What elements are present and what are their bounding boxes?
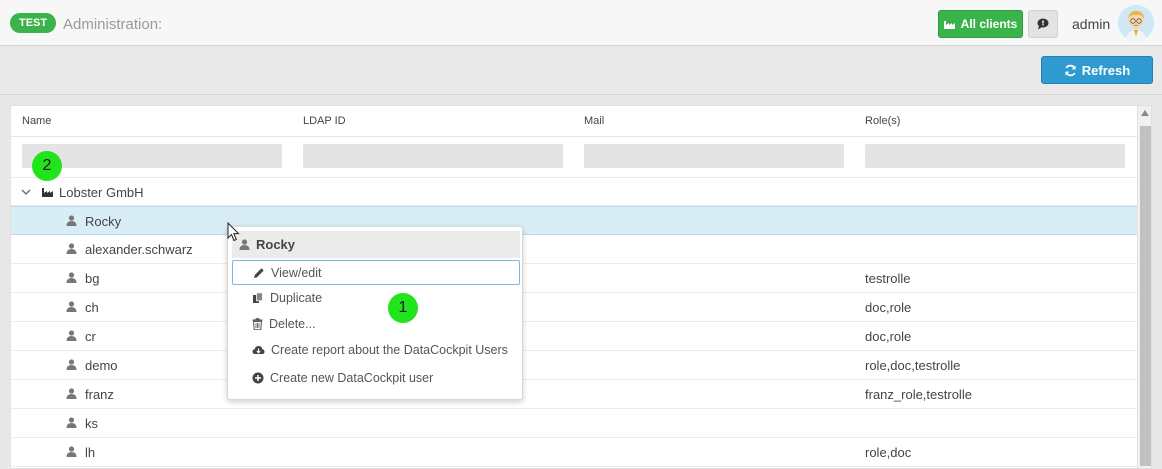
table-header: Name LDAP ID Mail Role(s) xyxy=(11,106,1137,137)
scrollbar-thumb[interactable] xyxy=(1140,126,1151,466)
context-menu-title: Rocky xyxy=(256,237,296,252)
user-icon xyxy=(66,388,77,399)
trash-icon xyxy=(252,318,263,330)
roles-cell: role,doc xyxy=(865,445,912,460)
menu-item-create-report[interactable]: Create report about the DataCockpit User… xyxy=(232,338,520,362)
mouse-pointer-icon xyxy=(227,222,240,242)
user-name-cell: cr xyxy=(85,329,96,344)
copy-icon xyxy=(253,292,263,303)
user-name[interactable]: admin xyxy=(1072,16,1110,32)
user-icon xyxy=(66,301,77,312)
all-clients-button[interactable]: All clients xyxy=(938,10,1023,38)
vertical-scrollbar[interactable] xyxy=(1137,106,1151,468)
scroll-up-arrow-icon[interactable] xyxy=(1141,110,1149,116)
chevron-down-icon[interactable] xyxy=(21,189,31,196)
all-clients-label: All clients xyxy=(960,17,1018,31)
refresh-label: Refresh xyxy=(1081,62,1131,78)
user-name-cell: ch xyxy=(85,300,99,315)
toolbar: Refresh xyxy=(0,47,1162,95)
column-header-mail[interactable]: Mail xyxy=(584,115,604,127)
menu-item-label: Create report about the DataCockpit User… xyxy=(271,343,508,357)
menu-item-create-user[interactable]: Create new DataCockpit user xyxy=(232,366,520,390)
plus-circle-icon xyxy=(252,372,264,384)
mail-filter-input[interactable] xyxy=(584,144,844,168)
page-title: Administration: xyxy=(63,16,163,33)
users-table: Name LDAP ID Mail Role(s) Lobster GmbH R… xyxy=(10,105,1152,469)
top-header: TEST Administration: All clients admin xyxy=(0,0,1162,46)
environment-badge: TEST xyxy=(10,13,57,33)
chat-button[interactable] xyxy=(1028,10,1058,38)
table-row[interactable]: demo role,doc,testrolle xyxy=(11,351,1137,380)
menu-item-label: View/edit xyxy=(271,265,322,280)
column-header-roles[interactable]: Role(s) xyxy=(865,115,900,127)
menu-item-label: Delete... xyxy=(269,317,316,331)
user-icon xyxy=(66,359,77,370)
refresh-button[interactable]: Refresh xyxy=(1041,56,1153,84)
table-row[interactable]: lh role,doc xyxy=(11,438,1137,467)
user-avatar-icon xyxy=(1118,5,1154,41)
menu-item-duplicate[interactable]: Duplicate xyxy=(232,286,520,310)
menu-item-label: Create new DataCockpit user xyxy=(270,371,434,385)
factory-icon xyxy=(943,21,955,29)
table-row[interactable]: ks xyxy=(11,409,1137,438)
user-name-cell: bg xyxy=(85,271,100,286)
column-header-name[interactable]: Name xyxy=(22,115,51,127)
roles-filter-input[interactable] xyxy=(865,144,1125,168)
table-body: Rocky alexander.schwarz bg testrolle ch doc,r… xyxy=(11,206,1137,467)
annotation-marker-2: 2 xyxy=(32,151,62,181)
comment-icon xyxy=(1037,18,1049,30)
row-context-menu: Rocky View/edit Duplicate Delete... Crea… xyxy=(227,226,523,400)
user-name-cell: demo xyxy=(85,358,118,373)
user-name-cell: franz xyxy=(85,387,114,402)
user-icon xyxy=(66,330,77,341)
filter-row xyxy=(11,137,1137,178)
column-header-ldap-id[interactable]: LDAP ID xyxy=(303,115,346,127)
table-row[interactable]: bg testrolle xyxy=(11,264,1137,293)
avatar[interactable] xyxy=(1118,5,1154,41)
user-icon xyxy=(66,243,77,254)
user-icon xyxy=(66,417,77,428)
user-name-cell: alexander.schwarz xyxy=(85,242,193,257)
ldap-id-filter-input[interactable] xyxy=(303,144,563,168)
user-name-cell: Rocky xyxy=(85,214,122,229)
menu-item-delete[interactable]: Delete... xyxy=(232,312,520,336)
cloud-download-icon xyxy=(252,345,265,354)
roles-cell: testrolle xyxy=(865,271,911,286)
menu-item-view-edit[interactable]: View/edit xyxy=(232,260,520,285)
table-row[interactable]: Rocky xyxy=(11,206,1137,235)
roles-cell: doc,role xyxy=(865,329,912,344)
user-icon xyxy=(66,446,77,457)
roles-cell: franz_role,testrolle xyxy=(865,387,972,402)
group-label: Lobster GmbH xyxy=(59,185,144,200)
roles-cell: role,doc,testrolle xyxy=(865,358,961,373)
pencil-icon xyxy=(254,267,264,278)
roles-cell: doc,role xyxy=(865,300,912,315)
table-row[interactable]: franz franz_role,testrolle xyxy=(11,380,1137,409)
user-name-cell: lh xyxy=(85,445,96,460)
table-row[interactable]: cr doc,role xyxy=(11,322,1137,351)
annotation-marker-1: 1 xyxy=(388,293,418,323)
user-icon xyxy=(66,272,77,283)
factory-icon xyxy=(42,188,53,197)
table-row[interactable]: alexander.schwarz xyxy=(11,235,1137,264)
user-icon xyxy=(66,215,77,226)
context-menu-header: Rocky xyxy=(232,231,520,258)
table-row[interactable]: ch doc,role xyxy=(11,293,1137,322)
user-name-cell: ks xyxy=(85,416,98,431)
menu-item-label: Duplicate xyxy=(270,291,323,305)
refresh-icon xyxy=(1065,64,1076,76)
group-row[interactable]: Lobster GmbH xyxy=(11,178,1137,206)
